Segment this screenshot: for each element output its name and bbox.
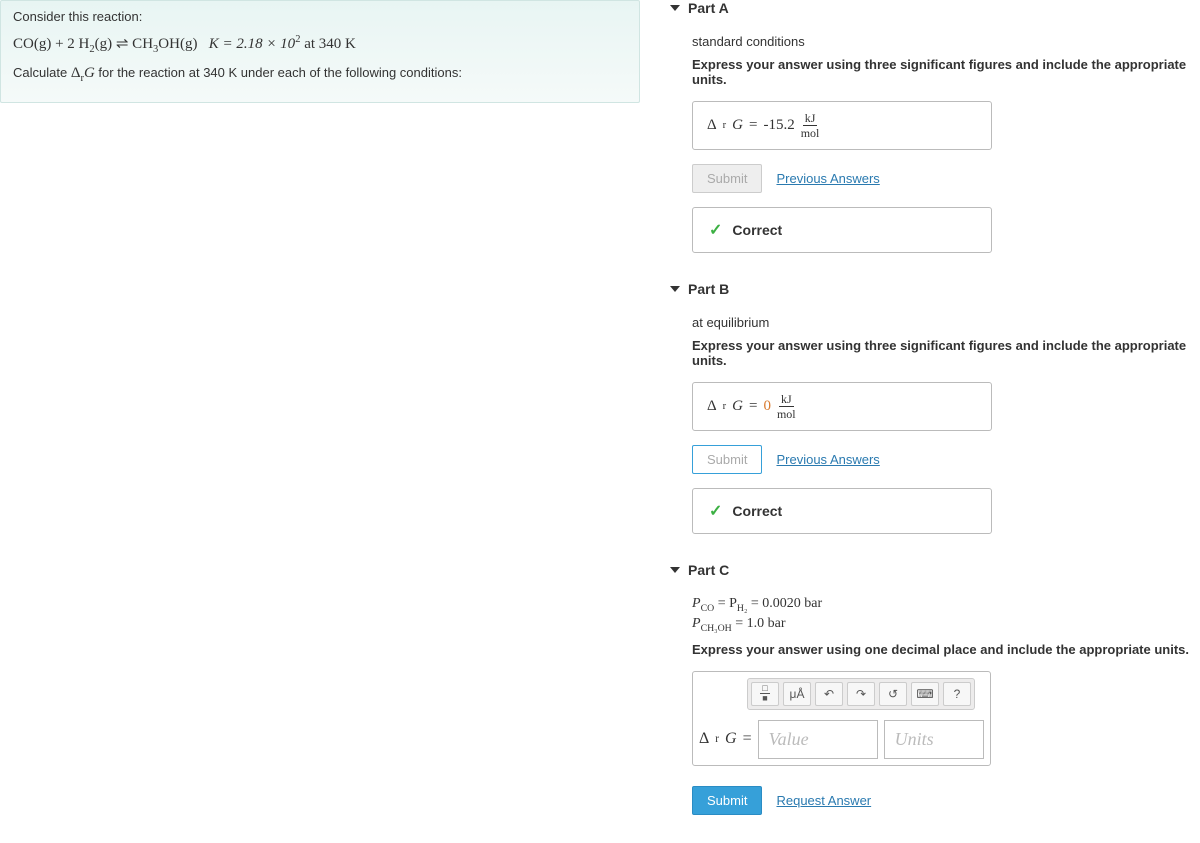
delta-g: G [725,730,737,748]
delta-g: G [732,117,743,134]
help-icon[interactable]: ? [943,682,971,706]
delta-g: G [84,65,95,81]
delta-sym: Δ [699,730,709,748]
part-c-request-answer-link[interactable]: Request Answer [776,793,871,808]
part-a-submit-button: Submit [692,164,762,193]
k-suffix: at 340 K [300,36,355,52]
delta-sub: r [723,401,727,412]
part-b-condition: at equilibrium [692,315,1190,330]
redo-icon[interactable]: ↷ [847,682,875,706]
keyboard-icon[interactable]: ⌨ [911,682,939,706]
check-icon: ✓ [709,501,722,521]
part-c-submit-button[interactable]: Submit [692,786,762,815]
part-c-title: Part C [688,562,729,578]
question-panel: Consider this reaction: CO(g) + 2 H2(g) … [0,0,640,103]
calc-prefix: Calculate [13,65,71,80]
part-c: Part C PCO = PH₂ = 0.0020 bar PCH₃OH = 1… [670,562,1190,815]
eq-part: CO(g) + 2 H [13,36,89,52]
input-toolbar: □■ μÅ ↶ ↷ ↺ ⌨ ? [747,678,975,710]
part-b-instruction: Express your answer using three signific… [692,338,1190,368]
unit-den: mol [801,126,820,139]
equals: = [743,730,752,748]
part-a-previous-answers-link[interactable]: Previous Answers [776,171,879,186]
part-b-submit-button: Submit [692,445,762,474]
answers-panel: Part A standard conditions Express your … [670,0,1190,843]
delta-sym: Δ [707,117,717,134]
eq-part: OH(g) [158,36,197,52]
unit-fraction: kJ mol [777,393,796,420]
part-b: Part B at equilibrium Express your answe… [670,281,1190,534]
answer-input-row: ΔrG = Value Units [699,720,984,759]
reaction-equation: CO(g) + 2 H2(g) ⇌ CH3OH(g) K = 2.18 × 10… [13,34,627,55]
value-input[interactable]: Value [758,720,878,759]
part-a-title: Part A [688,0,729,16]
p-sub: H₂ [737,603,748,614]
undo-icon[interactable]: ↶ [815,682,843,706]
part-c-input-area: □■ μÅ ↶ ↷ ↺ ⌨ ? ΔrG = Value Units [692,671,991,766]
equals: = [749,398,757,415]
unit-den: mol [777,407,796,420]
part-a: Part A standard conditions Express your … [670,0,1190,253]
caret-down-icon [670,5,680,11]
part-c-header[interactable]: Part C [670,562,1190,578]
part-b-title: Part B [688,281,729,297]
check-icon: ✓ [709,220,722,240]
part-a-instruction: Express your answer using three signific… [692,57,1190,87]
units-tool-button[interactable]: μÅ [783,682,811,706]
part-b-feedback: ✓ Correct [692,488,992,534]
delta-sub: r [723,120,727,131]
unit-num: kJ [803,112,818,126]
part-a-value: -15.2 [763,117,794,134]
delta-sub: r [715,733,719,745]
p-sym: P [692,616,701,631]
part-c-pressure-line2: PCH₃OH = 1.0 bar [692,616,1190,634]
p-val: = 1.0 bar [732,616,786,631]
part-a-condition: standard conditions [692,34,1190,49]
calc-suffix: for the reaction at 340 K under each of … [95,65,462,80]
part-a-answer-box: ΔrG = -15.2 kJ mol [692,101,992,150]
p-val: = 0.0020 bar [747,596,822,611]
p-sub: CH₃OH [701,623,732,634]
question-intro: Consider this reaction: [13,9,627,24]
part-b-header[interactable]: Part B [670,281,1190,297]
p-sym: P [692,596,701,611]
part-b-answer-box: ΔrG = 0 kJ mol [692,382,992,431]
part-b-previous-answers-link[interactable]: Previous Answers [776,452,879,467]
reset-icon[interactable]: ↺ [879,682,907,706]
eq-part: (g) ⇌ CH [95,36,153,52]
part-a-feedback: ✓ Correct [692,207,992,253]
caret-down-icon [670,286,680,292]
unit-num: kJ [779,393,794,407]
part-b-value: 0 [763,398,771,415]
p-sub: CO [701,603,715,614]
p-mid: = P [714,596,737,611]
correct-label: Correct [732,503,782,519]
delta-g: G [732,398,743,415]
equals: = [749,117,757,134]
units-input[interactable]: Units [884,720,984,759]
caret-down-icon [670,567,680,573]
correct-label: Correct [732,222,782,238]
unit-fraction: kJ mol [801,112,820,139]
calc-instruction: Calculate ΔrG for the reaction at 340 K … [13,65,627,84]
k-value: K = 2.18 × 10 [209,36,296,52]
delta-sym: Δ [707,398,717,415]
part-a-header[interactable]: Part A [670,0,1190,16]
part-c-instruction: Express your answer using one decimal pl… [692,642,1190,657]
fraction-tool-icon[interactable]: □■ [751,682,779,706]
part-c-pressure-line1: PCO = PH₂ = 0.0020 bar [692,596,1190,614]
